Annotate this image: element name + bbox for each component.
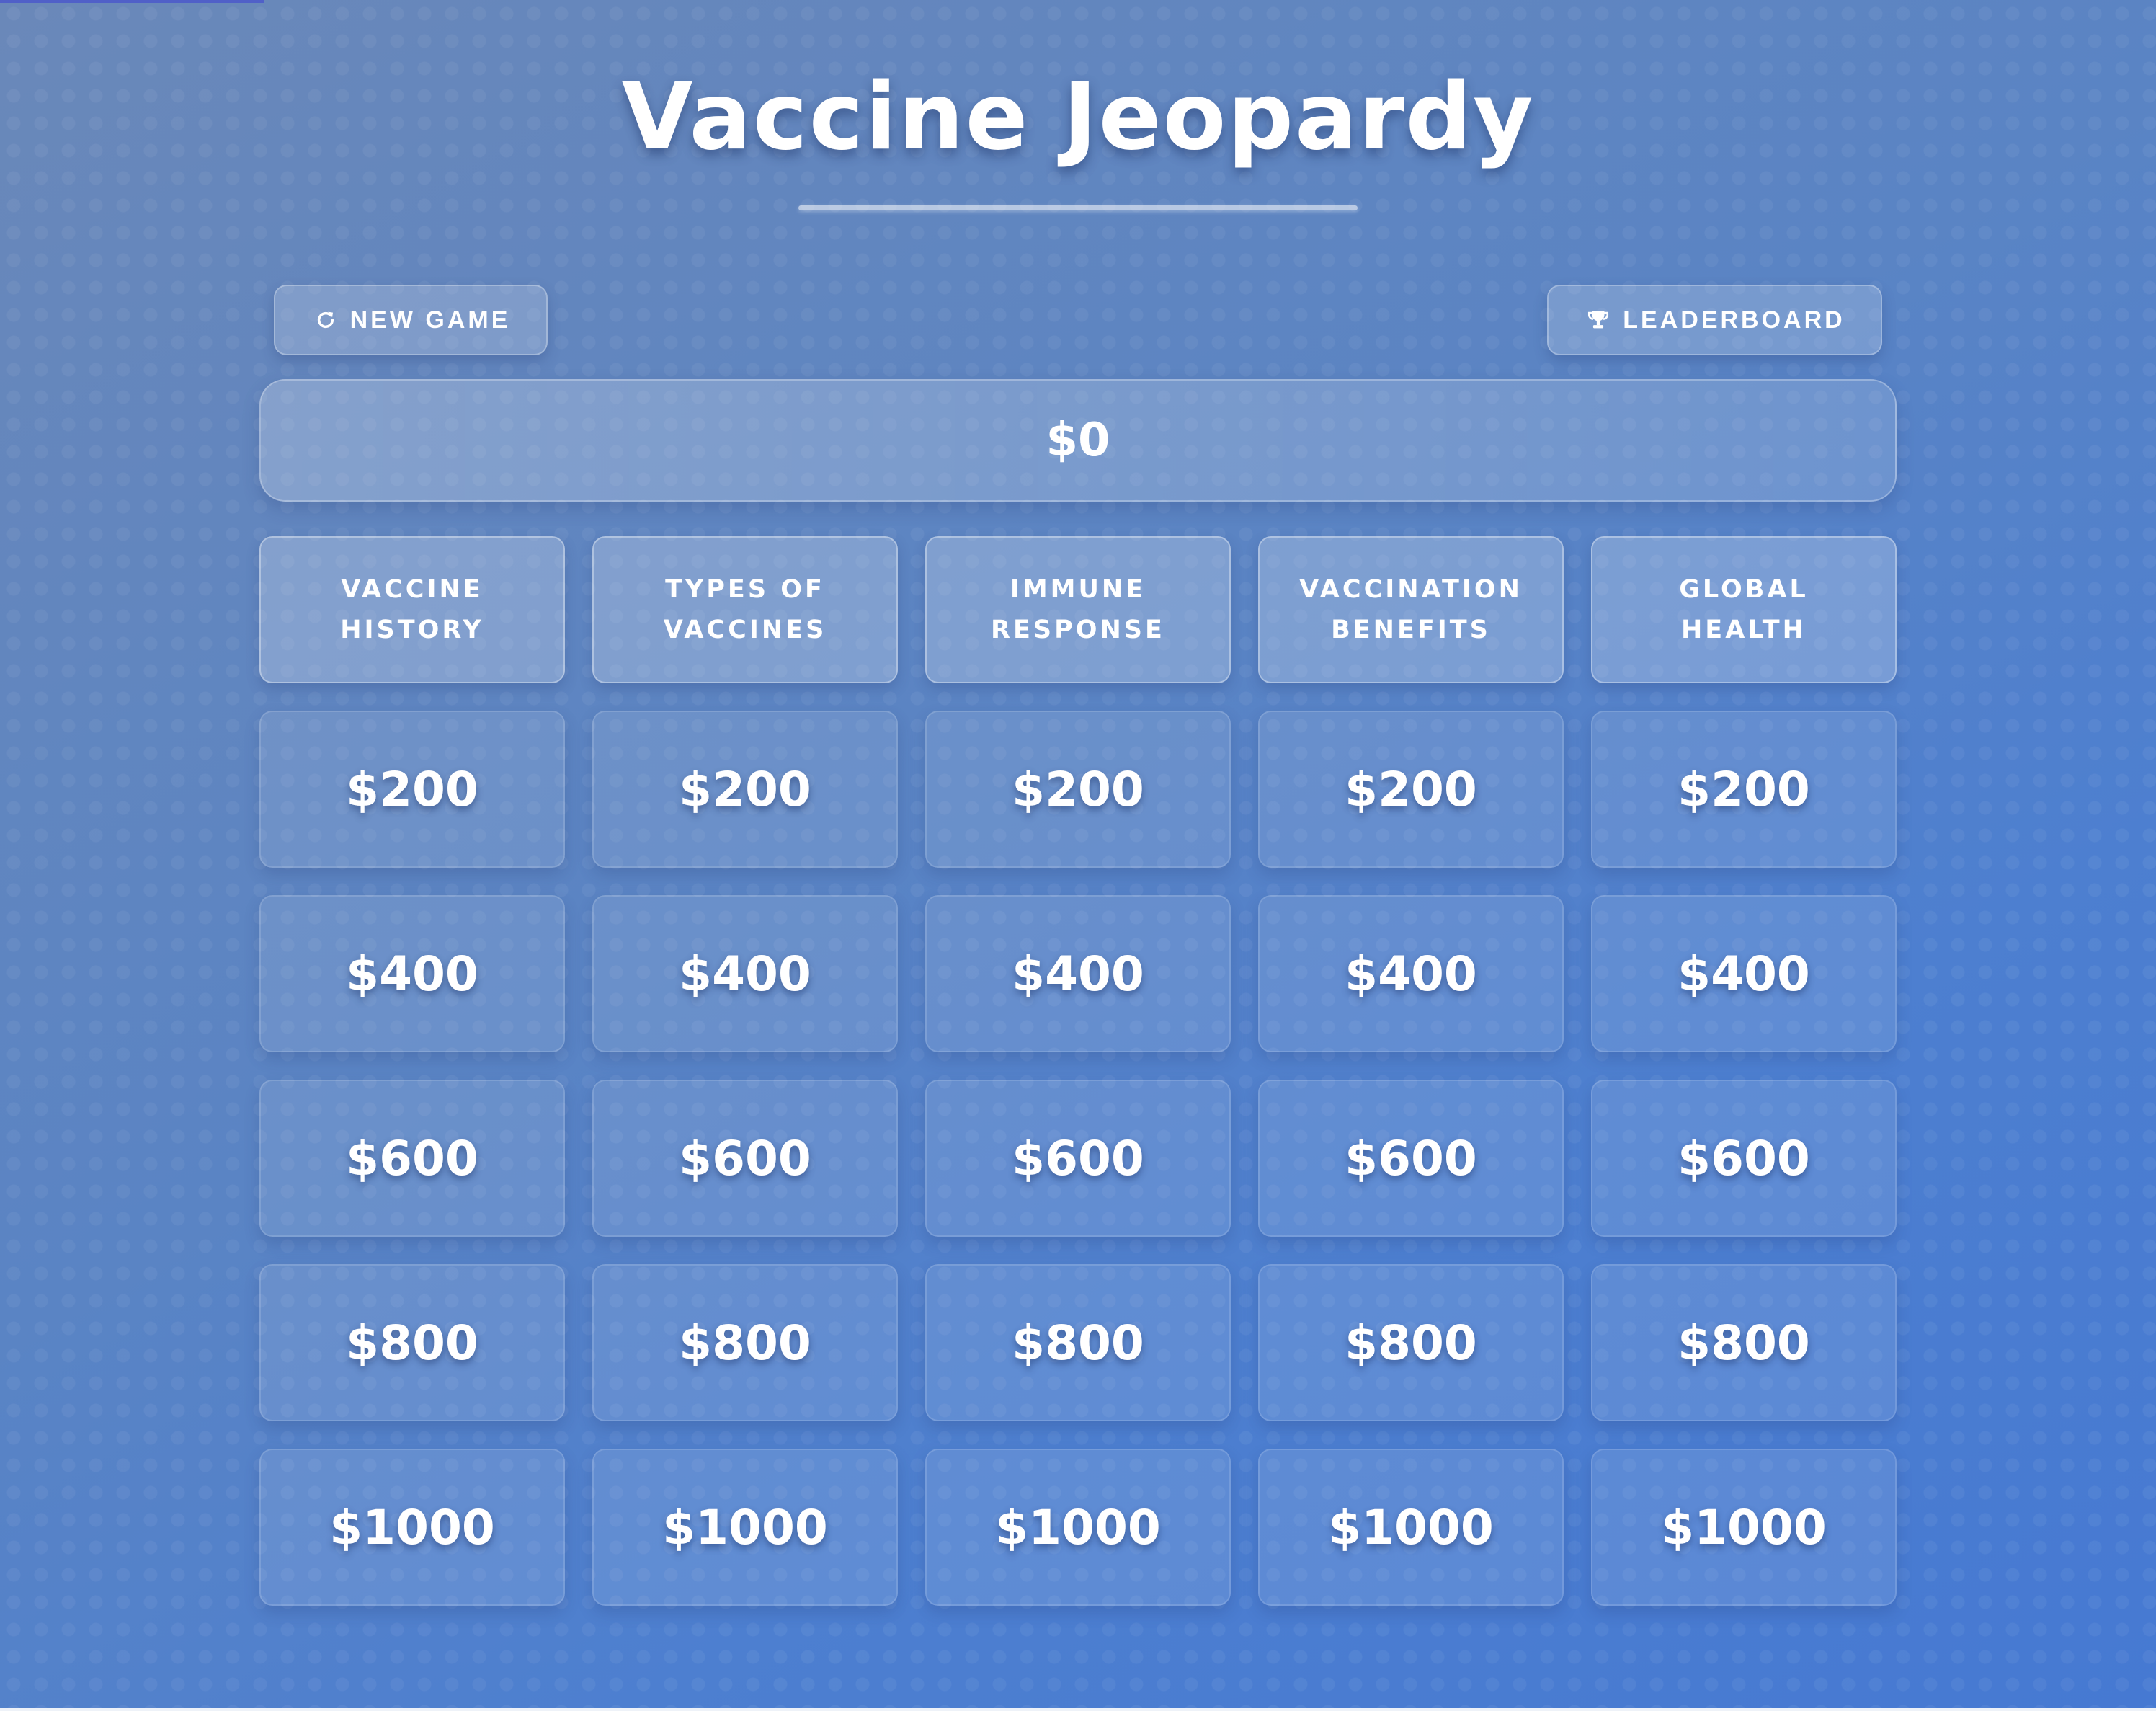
question-tile[interactable]: $400 xyxy=(925,895,1231,1052)
tile-value: $400 xyxy=(1012,946,1144,1002)
tile-value: $800 xyxy=(1345,1315,1477,1371)
category-immune-response: IMMUNE RESPONSE xyxy=(925,536,1231,683)
tile-value: $400 xyxy=(346,946,478,1002)
question-tile[interactable]: $200 xyxy=(1591,711,1897,868)
category-label-line1: TYPES OF xyxy=(665,575,825,604)
question-tile[interactable]: $800 xyxy=(592,1264,898,1421)
question-tile[interactable]: $600 xyxy=(1591,1080,1897,1237)
tile-value: $600 xyxy=(1012,1130,1144,1186)
question-tile[interactable]: $200 xyxy=(925,711,1231,868)
title-underline xyxy=(798,205,1358,210)
question-tile[interactable]: $600 xyxy=(259,1080,565,1237)
tile-value: $400 xyxy=(1678,946,1810,1002)
category-vaccine-history: VACCINE HISTORY xyxy=(259,536,565,683)
tile-value: $600 xyxy=(1345,1130,1477,1186)
question-tile[interactable]: $600 xyxy=(1258,1080,1564,1237)
tile-value: $600 xyxy=(679,1130,811,1186)
tile-value: $600 xyxy=(1678,1130,1810,1186)
question-tile[interactable]: $400 xyxy=(1258,895,1564,1052)
category-label-line2: BENEFITS xyxy=(1331,615,1491,644)
question-tile[interactable]: $1000 xyxy=(1258,1449,1564,1606)
question-tile[interactable]: $1000 xyxy=(259,1449,565,1606)
tile-value: $1000 xyxy=(329,1499,495,1555)
question-tile[interactable]: $800 xyxy=(925,1264,1231,1421)
category-label-line2: RESPONSE xyxy=(991,615,1165,644)
tile-value: $1000 xyxy=(1328,1499,1494,1555)
category-vaccination-benefits: VACCINATION BENEFITS xyxy=(1258,536,1564,683)
new-game-button[interactable]: NEW GAME xyxy=(274,285,548,355)
tile-value: $1000 xyxy=(995,1499,1161,1555)
trophy-icon xyxy=(1584,306,1613,334)
question-tile[interactable]: $200 xyxy=(1258,711,1564,868)
tile-value: $200 xyxy=(679,761,811,817)
question-tile[interactable]: $800 xyxy=(259,1264,565,1421)
question-tile[interactable]: $200 xyxy=(259,711,565,868)
category-label-line1: IMMUNE xyxy=(1010,575,1146,604)
category-types-of-vaccines: TYPES OF VACCINES xyxy=(592,536,898,683)
score-value: $0 xyxy=(1046,414,1110,467)
tile-value: $200 xyxy=(1345,761,1477,817)
tile-value: $200 xyxy=(1012,761,1144,817)
score-display: $0 xyxy=(259,379,1897,502)
tile-value: $1000 xyxy=(1661,1499,1827,1555)
question-tile[interactable]: $1000 xyxy=(592,1449,898,1606)
question-tile[interactable]: $400 xyxy=(592,895,898,1052)
category-label-line2: VACCINES xyxy=(663,615,827,644)
tile-value: $400 xyxy=(1345,946,1477,1002)
tile-value: $600 xyxy=(346,1130,478,1186)
refresh-icon xyxy=(311,306,340,334)
tile-value: $400 xyxy=(679,946,811,1002)
question-tile[interactable]: $800 xyxy=(1591,1264,1897,1421)
question-tile[interactable]: $400 xyxy=(259,895,565,1052)
question-tile[interactable]: $400 xyxy=(1591,895,1897,1052)
top-accent-bar xyxy=(0,0,264,3)
question-tile[interactable]: $1000 xyxy=(1591,1449,1897,1606)
category-label-line2: HISTORY xyxy=(340,615,484,644)
question-tile[interactable]: $1000 xyxy=(925,1449,1231,1606)
leaderboard-button[interactable]: LEADERBOARD xyxy=(1547,285,1882,355)
category-label-line1: VACCINE xyxy=(341,575,484,604)
new-game-label: NEW GAME xyxy=(349,306,511,334)
category-label-line2: HEALTH xyxy=(1681,615,1807,644)
question-tile[interactable]: $200 xyxy=(592,711,898,868)
tile-value: $800 xyxy=(346,1315,478,1371)
bottom-edge xyxy=(0,1708,2156,1711)
question-tile[interactable]: $600 xyxy=(592,1080,898,1237)
tile-value: $800 xyxy=(1012,1315,1144,1371)
question-tile[interactable]: $600 xyxy=(925,1080,1231,1237)
question-grid: $200 $200 $200 $200 $200 $400 $400 $400 … xyxy=(259,711,1897,1606)
tile-value: $800 xyxy=(679,1315,811,1371)
category-label-line1: GLOBAL xyxy=(1679,575,1809,604)
page-title: Vaccine Jeopardy xyxy=(621,63,1535,171)
tile-value: $1000 xyxy=(662,1499,828,1555)
leaderboard-label: LEADERBOARD xyxy=(1623,306,1845,334)
category-label-line1: VACCINATION xyxy=(1299,575,1523,604)
tile-value: $800 xyxy=(1678,1315,1810,1371)
tile-value: $200 xyxy=(346,761,478,817)
category-global-health: GLOBAL HEALTH xyxy=(1591,536,1897,683)
tile-value: $200 xyxy=(1678,761,1810,817)
question-tile[interactable]: $800 xyxy=(1258,1264,1564,1421)
category-row: VACCINE HISTORY TYPES OF VACCINES IMMUNE… xyxy=(259,536,1897,683)
